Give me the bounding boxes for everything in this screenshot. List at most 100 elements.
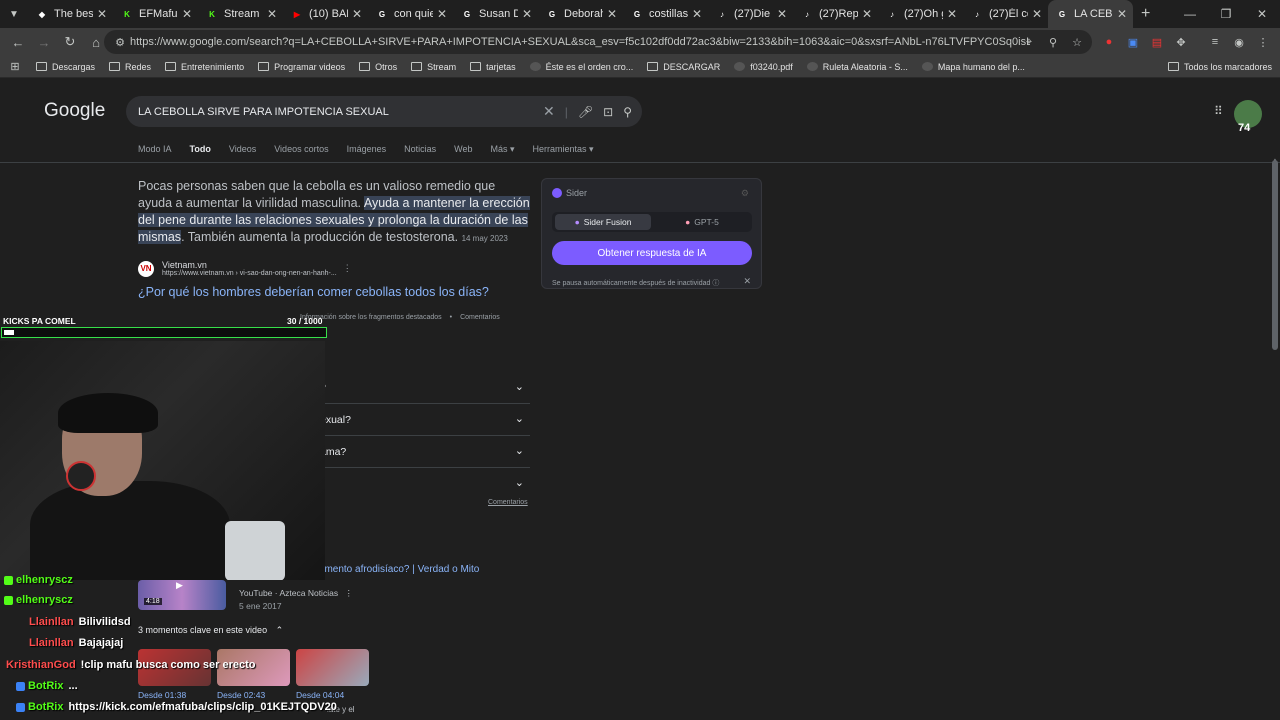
more-options-icon[interactable]: ⋮ (344, 588, 353, 598)
bookmark-item[interactable]: Stream (411, 62, 456, 72)
extension-pink-icon[interactable]: ▤ (1148, 32, 1166, 52)
tab-close-icon[interactable]: ✕ (1032, 7, 1042, 21)
clear-icon[interactable]: ✕ (543, 103, 555, 120)
key-moment-label[interactable]: Desde 02:43 (217, 690, 265, 700)
browser-tab[interactable]: Gcon quien ✕ (368, 0, 453, 28)
result-title-link[interactable]: ¿Por qué los hombres deberían comer cebo… (138, 285, 489, 299)
result-source[interactable]: VN Vietnam.vn https://www.vietnam.vn › v… (138, 260, 352, 277)
chat-username: BotRix (28, 701, 64, 713)
all-bookmarks[interactable]: Todos los marcadores (1167, 62, 1272, 72)
browser-tab[interactable]: ♪ (27)Él con ✕ (963, 0, 1048, 28)
browser-tab[interactable]: Gcostillas d ✕ (623, 0, 708, 28)
video-title-link[interactable]: limento afrodisíaco? | Verdad o Mito (320, 564, 479, 575)
search-tab[interactable]: Videos (229, 144, 256, 155)
address-bar[interactable]: ⚙ https://www.google.com/search?q=LA+CEB… (104, 30, 1092, 54)
tab-close-icon[interactable]: ✕ (182, 7, 192, 21)
browser-tab[interactable]: ♪ (27)Reply ✕ (793, 0, 878, 28)
key-moment-thumbnail[interactable] (296, 649, 369, 686)
browser-tab[interactable]: G Deborah F ✕ (538, 0, 623, 28)
paa-comments-link[interactable]: Comentarios (488, 499, 528, 506)
search-icon[interactable]: ⚲ (623, 105, 632, 119)
search-tab[interactable]: Herramientas ▾ (533, 144, 594, 155)
settings-icon[interactable]: ⚙ (741, 188, 749, 199)
search-tab[interactable]: Web (454, 144, 472, 155)
search-tab[interactable]: Modo IA (138, 144, 172, 155)
tab-close-icon[interactable]: ✕ (437, 7, 447, 21)
more-options-icon[interactable]: ⋮ (343, 263, 352, 274)
profile-icon[interactable]: ◉ (1230, 32, 1248, 52)
bookmark-item[interactable]: f03240.pdf (734, 62, 793, 72)
chat-message: elhenryscz (4, 574, 78, 586)
search-input[interactable]: LA CEBOLLA SIRVE PARA IMPOTENCIA SEXUAL (138, 106, 389, 118)
browser-tab[interactable]: ♪ (27)Die M ✕ (708, 0, 793, 28)
extension-red-icon[interactable]: ● (1100, 32, 1118, 52)
mic-icon[interactable]: 🎤︎ (578, 105, 593, 119)
snippet-comments[interactable]: Comentarios (460, 314, 500, 321)
browser-tab[interactable]: K Stream - K ✕ (198, 0, 283, 28)
address-url[interactable]: https://www.google.com/search?q=LA+CEBOL… (130, 36, 1030, 48)
zoom-icon[interactable]: ⚲ (1044, 32, 1062, 52)
key-moment-label[interactable]: Desde 04:04 (296, 690, 344, 700)
tab-close-icon[interactable]: ✕ (947, 7, 957, 21)
tab-close-icon[interactable]: ✕ (607, 7, 617, 21)
bookmark-item[interactable]: tarjetas (470, 62, 516, 72)
google-apps-icon[interactable]: ⠿ (1214, 104, 1223, 118)
tab-close-icon[interactable]: ✕ (352, 7, 362, 21)
browser-tab[interactable]: ▶ (10) BAD B ✕ (283, 0, 368, 28)
tab-sider-fusion[interactable]: ● Sider Fusion (555, 214, 651, 230)
site-info-icon[interactable]: ⚙ (110, 36, 130, 49)
bookmark-item[interactable]: Otros (359, 62, 397, 72)
lens-icon[interactable]: ⊡ (603, 105, 613, 119)
google-logo[interactable]: Google (44, 100, 105, 122)
browser-tab[interactable]: G LA CEBOLL ✕ (1048, 0, 1133, 28)
search-tab[interactable]: Imágenes (347, 144, 387, 155)
maximize-button[interactable]: ❐ (1208, 0, 1244, 28)
tab-favicon-icon: ♪ (975, 9, 979, 19)
apps-grid-icon[interactable]: ⊞ (4, 60, 26, 73)
media-control-icon[interactable]: ≡ (1206, 32, 1224, 52)
tab-close-icon[interactable]: ✕ (97, 7, 107, 21)
bookmark-item[interactable]: Programar videos (258, 62, 345, 72)
bookmark-item[interactable]: Ruleta Aleatoria - S... (806, 62, 908, 72)
search-tab[interactable]: Todo (190, 144, 211, 155)
tab-close-icon[interactable]: ✕ (522, 7, 532, 21)
back-icon[interactable]: ← (6, 30, 30, 54)
tab-close-icon[interactable]: ✕ (1117, 7, 1127, 21)
bookmark-item[interactable]: Redes (109, 62, 151, 72)
browser-tab[interactable]: ◆ The best C ✕ (28, 0, 113, 28)
tab-close-icon[interactable]: ✕ (862, 7, 872, 21)
forward-icon[interactable]: → (32, 30, 56, 54)
tab-search-button[interactable]: ▼ (4, 4, 24, 24)
browser-tab[interactable]: G Susan Dov ✕ (453, 0, 538, 28)
bookmark-item[interactable]: DESCARGAR (647, 62, 720, 72)
bookmark-item[interactable]: Entretenimiento (165, 62, 244, 72)
bookmark-star-icon[interactable]: ☆ (1068, 32, 1086, 52)
tab-close-icon[interactable]: ✕ (777, 7, 787, 21)
tab-close-icon[interactable]: ✕ (267, 7, 277, 21)
bookmark-item[interactable]: Mapa humano del p... (921, 62, 1025, 72)
new-tab-button[interactable]: + (1141, 5, 1150, 23)
reload-icon[interactable]: ↻ (58, 30, 82, 54)
browser-tab[interactable]: K EFMafuba ✕ (113, 0, 198, 28)
location-icon[interactable]: ⌖ (1020, 32, 1038, 52)
browser-tab[interactable]: ♪ (27)Oh go ✕ (878, 0, 963, 28)
close-icon[interactable]: ✕ (743, 276, 751, 287)
key-moment-label[interactable]: Desde 01:38 (138, 690, 186, 700)
scrollbar[interactable] (1272, 160, 1278, 350)
tab-gpt5[interactable]: ● GPT-5 (656, 214, 748, 230)
tab-close-icon[interactable]: ✕ (692, 7, 702, 21)
translate-icon[interactable]: ▣ (1124, 32, 1142, 52)
bookmark-item[interactable]: Éste es el orden cro... (529, 62, 633, 72)
search-tab[interactable]: Noticias (404, 144, 436, 155)
minimize-button[interactable]: — (1172, 0, 1208, 28)
close-window-button[interactable]: ✕ (1244, 0, 1280, 28)
search-tab[interactable]: Videos cortos (274, 144, 328, 155)
chrome-menu-icon[interactable]: ⋮ (1254, 32, 1272, 52)
search-box[interactable]: LA CEBOLLA SIRVE PARA IMPOTENCIA SEXUAL … (126, 96, 642, 127)
chat-text: Bilivilidsd (78, 616, 131, 628)
bookmark-item[interactable]: Descargas (36, 62, 95, 72)
key-moments-toggle[interactable]: 3 momentos clave en este video ⌃ (138, 625, 283, 636)
get-ai-answer-button[interactable]: Obtener respuesta de IA (552, 241, 752, 265)
extensions-puzzle-icon[interactable]: ✥ (1172, 32, 1190, 52)
search-tab[interactable]: Más ▾ (490, 144, 514, 155)
